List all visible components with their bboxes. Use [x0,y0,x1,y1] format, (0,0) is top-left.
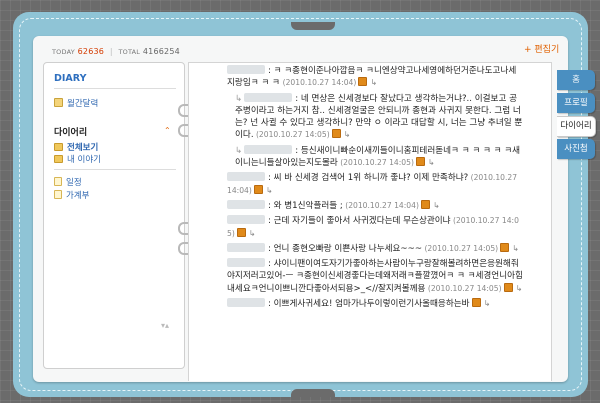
reply-icon[interactable]: ↳ [266,186,273,195]
sidebar-item-label: 일정 [66,178,82,188]
scrollbar[interactable] [551,63,552,381]
comment: : 와 병1신악플러들 ; (2010.10.27 14:04) ↳ [227,199,523,212]
sidebar-item-label: 월간달력 [67,99,99,109]
comment-date: (2010.10.27 14:04) [282,78,357,88]
delete-comment-icon[interactable] [420,199,430,209]
reply-comment: ↳: 등신새이니빠순이새끼들이니홈피테러돋네ㅋ ㅋ ㅋ ㅋ ㅋ ㅋ새이니는니들살… [227,144,523,170]
delete-comment-icon[interactable] [358,77,368,87]
delete-comment-icon[interactable] [471,298,481,308]
cover-notch-bottom [291,389,335,397]
reply-icon[interactable]: ↳ [344,130,351,139]
author-name-blurred[interactable] [227,172,265,182]
reply-icon[interactable]: ↳ [428,158,435,167]
delete-comment-icon[interactable] [500,242,510,252]
author-name-blurred[interactable] [244,144,293,154]
reply-icon[interactable]: ↳ [512,244,519,253]
tab-home[interactable]: 홈 [557,70,595,90]
sidebar-title: DIARY [54,73,87,84]
comment: : 샤이니팬이여도자기가좋아하는사람이누구랑잘해볼려하면은응원해줘야지저러고있어… [227,258,523,295]
sidebar-section-diary: 다이어리 [54,128,88,138]
reply-comment: ↳: 네 면상은 신세경보다 잘났다고 생각하는거냐?.. 이걸보고 공주병이라… [227,92,523,142]
sidebar-item-my-story[interactable]: 내 이야기 [54,153,101,165]
comment: : 씨 바 신세경 검색어 1위 하니까 좋냐? 이제 만족하냐? (2010.… [227,172,523,197]
document-icon [54,177,62,186]
sidebar-item-household[interactable]: 가계부 [54,189,89,201]
comment: : 근데 자기들이 좋아서 사귀겠다는데 무슨상관이냐 (2010.10.27 … [227,215,523,240]
comment-date: (2010.10.27 14:05) [337,158,414,168]
today-label: TODAY [52,48,75,56]
document-icon [54,190,62,199]
delete-comment-icon[interactable] [415,157,425,167]
author-name-blurred[interactable] [227,298,265,308]
folder-icon [54,143,63,151]
comment-date: (2010.10.27 14:05) [425,283,502,293]
comment-date: (2010.10.27 14:05) [253,130,330,140]
tab-diary[interactable]: 다이어리 [557,116,596,137]
reply-arrow-icon: ↳ [235,93,243,104]
today-count: 62636 [77,47,105,56]
comment-date: (2010.10.27 14:05) [422,243,499,253]
comment: : 이쁘게사귀세요! 엄마가나두이렇이런기사올때응하는바 ↳ [227,298,523,310]
sidebar: DIARY 월간달력 다이어리 ⌃ 전체보기 내 이야기 일정 가계부 ▾▴ [43,62,185,369]
comment: : ㅋ ㅋ종현이준나아깝음ㅋ ㅋ니엔상약고나세영에하던거준나도고나세지랑임ㅋ ㅋ… [227,65,523,90]
comment: : 언니 종현오빠랑 이쁜사랑 나누세요~~~ (2010.10.27 14:0… [227,242,523,255]
reply-arrow-icon: ↳ [235,145,243,156]
comment-list: : ㅋ ㅋ종현이준나아깝음ㅋ ㅋ니엔상약고나세영에하던거준나도고나세지랑임ㅋ ㅋ… [227,65,523,313]
cover-notch-top [291,22,335,30]
delete-comment-icon[interactable] [253,184,263,194]
author-name-blurred[interactable] [244,92,293,102]
author-name-blurred[interactable] [227,65,265,74]
sidebar-item-schedule[interactable]: 일정 [54,176,82,188]
sidebar-item-label: 전체보기 [67,143,99,153]
total-label: TOTAL [118,48,141,56]
visitor-counter: TODAY 62636 | TOTAL 4166254 [52,47,180,56]
edit-button[interactable]: + 편집기 [524,42,559,55]
calendar-icon [54,98,63,107]
comment-text: : 근데 자기들이 좋아서 사귀겠다는데 무슨상관이냐 [268,216,451,227]
divider [54,88,176,89]
sidebar-item-label: 가계부 [66,191,90,201]
comment-text: : 언니 종현오빠랑 이쁜사랑 나누세요~~~ [268,243,423,254]
sidebar-item-label: 내 이야기 [67,155,101,165]
diary-content: : ㅋ ㅋ종현이준나아깝음ㅋ ㅋ니엔상약고나세영에하던거준나도고나세지랑임ㅋ ㅋ… [188,62,552,381]
delete-comment-icon[interactable] [503,282,513,292]
comment-text: : 이쁘게사귀세요! 엄마가나두이렇이런기사올때응하는바 [268,299,470,310]
author-name-blurred[interactable] [227,258,265,268]
total-count: 4166254 [142,47,180,56]
author-name-blurred[interactable] [227,215,265,225]
reply-icon[interactable]: ↳ [249,229,256,238]
delete-comment-icon[interactable] [236,227,246,237]
reply-icon[interactable]: ↳ [433,201,440,210]
reply-icon[interactable]: ↳ [370,78,377,87]
collapse-icon[interactable]: ⌃ [164,126,171,135]
tab-profile[interactable]: 프로필 [557,93,595,113]
counter-separator: | [109,47,113,56]
comment-text: : 씨 바 신세경 검색어 1위 하니까 좋냐? 이제 만족하냐? [268,173,469,184]
sidebar-scroll-icon[interactable]: ▾▴ [161,321,169,330]
tab-album[interactable]: 사진첩 [557,139,595,159]
author-name-blurred[interactable] [227,242,265,252]
divider [54,169,176,170]
sidebar-item-view-all[interactable]: 전체보기 [54,141,98,153]
delete-comment-icon[interactable] [331,129,341,139]
comment-text: : 와 병1신악플러들 ; [268,200,343,211]
reply-icon[interactable]: ↳ [516,284,523,293]
reply-icon[interactable]: ↳ [484,299,491,308]
author-name-blurred[interactable] [227,199,265,209]
sidebar-item-monthly[interactable]: 월간달력 [54,97,98,109]
folder-icon [54,155,63,163]
comment-date: (2010.10.27 14:04) [342,200,419,210]
